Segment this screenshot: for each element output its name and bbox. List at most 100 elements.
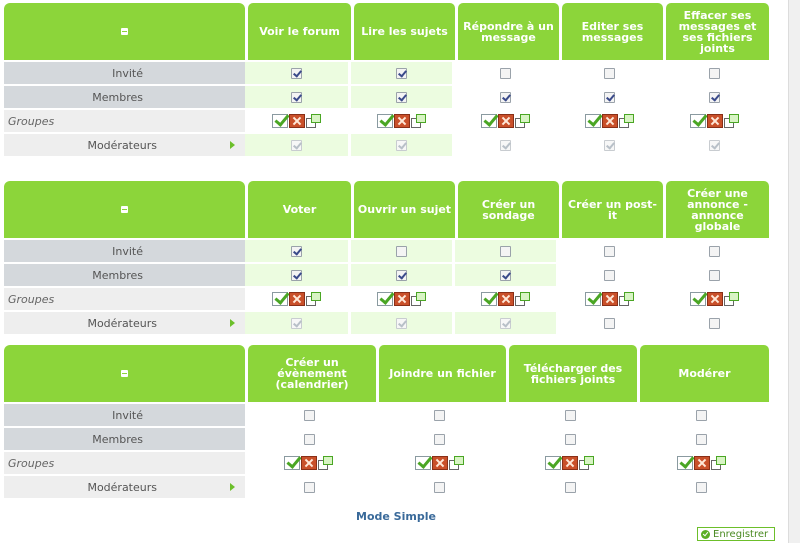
uncheck-all-icon[interactable] xyxy=(601,114,618,128)
uncheck-all-icon[interactable] xyxy=(706,114,723,128)
copy-permissions-icon[interactable] xyxy=(710,456,727,470)
check-all-icon[interactable] xyxy=(676,456,693,470)
row-label-moderateurs[interactable]: Modérateurs xyxy=(4,476,245,498)
permission-checkbox[interactable] xyxy=(604,269,615,281)
copy-permissions-icon[interactable] xyxy=(618,114,635,128)
collapse-toggle[interactable] xyxy=(4,345,245,402)
permission-checkbox[interactable] xyxy=(396,317,407,329)
check-all-icon[interactable] xyxy=(480,292,497,306)
permission-checkbox[interactable] xyxy=(500,317,511,329)
mode-simple-link[interactable]: Mode Simple xyxy=(356,510,436,523)
permission-checkbox[interactable] xyxy=(696,433,707,445)
permission-checkbox[interactable] xyxy=(291,139,302,151)
permission-cell xyxy=(663,134,766,156)
permission-checkbox[interactable] xyxy=(396,245,407,257)
permission-checkbox[interactable] xyxy=(434,433,445,445)
permission-cell xyxy=(455,240,556,262)
permission-checkbox[interactable] xyxy=(291,67,302,79)
uncheck-all-icon[interactable] xyxy=(706,292,723,306)
row-label-moderateurs[interactable]: Modérateurs xyxy=(4,312,245,334)
permission-checkbox[interactable] xyxy=(564,433,576,445)
uncheck-all-icon[interactable] xyxy=(562,456,578,470)
uncheck-all-icon[interactable] xyxy=(497,114,514,128)
permission-checkbox[interactable] xyxy=(604,139,615,151)
copy-permissions-icon[interactable] xyxy=(723,292,740,306)
collapse-toggle[interactable] xyxy=(4,3,245,60)
permission-checkbox[interactable] xyxy=(709,139,720,151)
check-all-icon[interactable] xyxy=(689,114,706,128)
permission-checkbox[interactable] xyxy=(709,269,720,281)
permission-checkbox[interactable] xyxy=(696,409,707,421)
uncheck-all-icon[interactable] xyxy=(497,292,514,306)
permission-checkbox[interactable] xyxy=(434,481,445,493)
permission-checkbox[interactable] xyxy=(709,245,720,257)
check-all-icon[interactable] xyxy=(584,292,601,306)
permission-checkbox[interactable] xyxy=(291,91,302,103)
permission-checkbox[interactable] xyxy=(396,67,407,79)
permission-checkbox[interactable] xyxy=(303,433,315,445)
uncheck-all-icon[interactable] xyxy=(301,456,317,470)
permission-checkbox[interactable] xyxy=(709,91,720,103)
permission-checkbox[interactable] xyxy=(396,139,407,151)
permission-cell xyxy=(506,476,634,498)
check-all-icon[interactable] xyxy=(271,114,288,128)
permission-checkbox[interactable] xyxy=(604,91,615,103)
scrollbar[interactable] xyxy=(788,0,800,543)
uncheck-all-icon[interactable] xyxy=(288,292,305,306)
check-all-icon[interactable] xyxy=(689,292,706,306)
check-all-icon[interactable] xyxy=(284,456,300,470)
permission-checkbox[interactable] xyxy=(500,139,511,151)
copy-permissions-icon[interactable] xyxy=(618,292,635,306)
copy-permissions-icon[interactable] xyxy=(305,292,322,306)
expand-arrow-icon[interactable] xyxy=(230,141,235,149)
permission-checkbox[interactable] xyxy=(500,91,511,103)
expand-arrow-icon[interactable] xyxy=(230,319,235,327)
permission-checkbox[interactable] xyxy=(303,481,315,493)
check-all-icon[interactable] xyxy=(376,292,393,306)
permission-checkbox[interactable] xyxy=(604,67,615,79)
permission-checkbox[interactable] xyxy=(604,245,615,257)
permission-checkbox[interactable] xyxy=(434,409,445,421)
row-label-moderateurs[interactable]: Modérateurs xyxy=(4,134,245,156)
copy-permissions-icon[interactable] xyxy=(723,114,740,128)
permission-checkbox[interactable] xyxy=(500,67,511,79)
permission-checkbox[interactable] xyxy=(564,409,576,421)
permission-checkbox[interactable] xyxy=(500,269,511,281)
uncheck-all-icon[interactable] xyxy=(693,456,710,470)
check-all-icon[interactable] xyxy=(584,114,601,128)
uncheck-all-icon[interactable] xyxy=(393,292,410,306)
permission-cell xyxy=(637,428,766,450)
uncheck-all-icon[interactable] xyxy=(288,114,305,128)
permission-checkbox[interactable] xyxy=(291,245,302,257)
copy-permissions-icon[interactable] xyxy=(410,292,427,306)
uncheck-all-icon[interactable] xyxy=(601,292,618,306)
copy-permissions-icon[interactable] xyxy=(410,114,427,128)
expand-arrow-icon[interactable] xyxy=(230,483,235,491)
uncheck-all-icon[interactable] xyxy=(393,114,410,128)
permission-checkbox[interactable] xyxy=(291,317,302,329)
permission-checkbox[interactable] xyxy=(291,269,302,281)
save-button[interactable]: Enregistrer xyxy=(697,527,775,541)
copy-permissions-icon[interactable] xyxy=(579,456,595,470)
permission-checkbox[interactable] xyxy=(709,67,720,79)
permission-checkbox[interactable] xyxy=(604,317,615,329)
uncheck-all-icon[interactable] xyxy=(431,456,448,470)
permission-checkbox[interactable] xyxy=(696,481,707,493)
permission-checkbox[interactable] xyxy=(396,91,407,103)
check-all-icon[interactable] xyxy=(376,114,393,128)
permission-checkbox[interactable] xyxy=(500,245,511,257)
copy-permissions-icon[interactable] xyxy=(305,114,322,128)
copy-permissions-icon[interactable] xyxy=(318,456,334,470)
permission-checkbox[interactable] xyxy=(396,269,407,281)
check-all-icon[interactable] xyxy=(480,114,497,128)
permission-checkbox[interactable] xyxy=(303,409,315,421)
copy-permissions-icon[interactable] xyxy=(448,456,465,470)
permission-checkbox[interactable] xyxy=(564,481,576,493)
check-all-icon[interactable] xyxy=(545,456,561,470)
check-all-icon[interactable] xyxy=(271,292,288,306)
permission-checkbox[interactable] xyxy=(709,317,720,329)
collapse-toggle[interactable] xyxy=(4,181,245,238)
check-all-icon[interactable] xyxy=(414,456,431,470)
copy-permissions-icon[interactable] xyxy=(514,292,531,306)
copy-permissions-icon[interactable] xyxy=(514,114,531,128)
